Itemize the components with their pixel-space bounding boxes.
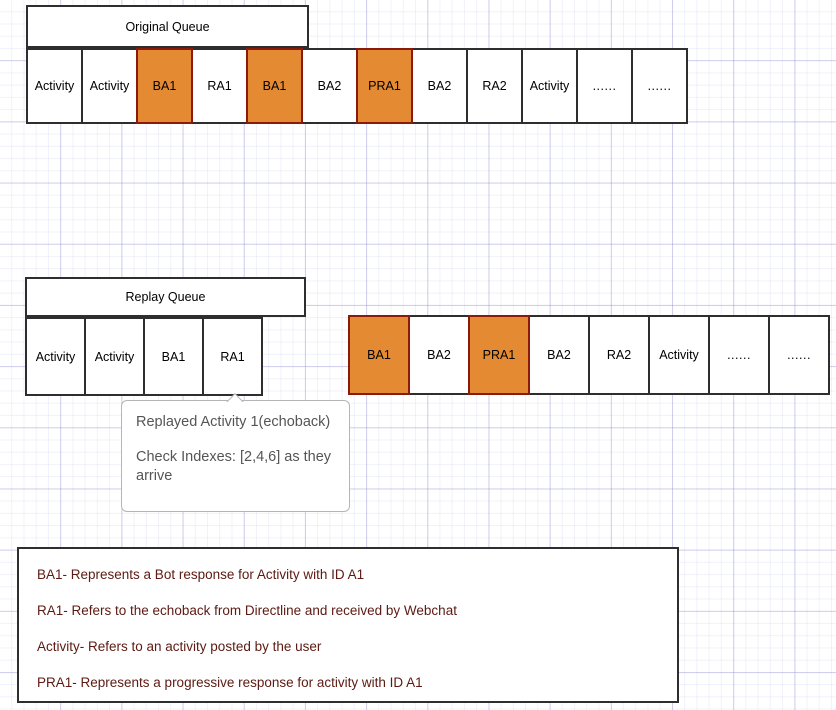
callout-line-2: Check Indexes: [2,4,6] as they arrive: [136, 449, 332, 485]
original-queue-cell[interactable]: RA2: [466, 48, 523, 124]
pending-queue-cell[interactable]: ......: [768, 315, 830, 395]
legend-line: BA1- Represents a Bot response for Activ…: [37, 567, 365, 582]
legend-box: BA1- Represents a Bot response for Activ…: [17, 547, 679, 703]
replay-queue-row: Activity Activity BA1 RA1: [25, 317, 263, 396]
original-queue-cell-label: BA2: [427, 79, 452, 93]
original-queue-cell[interactable]: BA1: [246, 48, 303, 124]
original-queue-header: Original Queue: [26, 5, 309, 48]
pending-queue-cell[interactable]: PRA1: [468, 315, 530, 395]
pending-queue-cell[interactable]: RA2: [588, 315, 650, 395]
legend-line: RA1- Refers to the echoback from Directl…: [37, 603, 457, 618]
original-queue-cell[interactable]: Activity: [81, 48, 138, 124]
pending-queue-cell[interactable]: ......: [708, 315, 770, 395]
original-queue-cell-label: BA2: [317, 79, 342, 93]
pending-queue-cell-label: BA2: [427, 348, 451, 362]
original-queue-header-label: Original Queue: [125, 19, 210, 34]
original-queue-cell[interactable]: ......: [631, 48, 688, 124]
pending-queue-cell-label: ......: [787, 348, 811, 362]
replay-queue-cell[interactable]: Activity: [25, 317, 86, 396]
pending-queue-cell[interactable]: BA2: [408, 315, 470, 395]
pending-queue-cell-label: BA1: [367, 348, 391, 362]
original-queue-cell[interactable]: BA2: [411, 48, 468, 124]
pending-queue-cell-label: RA2: [606, 348, 632, 362]
original-queue-row: Activity Activity BA1 RA1 BA1 BA2 PRA1 BA2 RA2 Ac…: [26, 48, 688, 124]
original-queue-cell[interactable]: ......: [576, 48, 633, 124]
original-queue-cell-label: BA1: [152, 79, 177, 93]
replay-queue-header-label: Replay Queue: [125, 290, 206, 304]
original-queue-cell[interactable]: Activity: [521, 48, 578, 124]
pending-queue-row: BA1 BA2 PRA1 BA2 RA2 Activity............: [348, 315, 830, 395]
original-queue-cell[interactable]: BA2: [301, 48, 358, 124]
original-queue-cell[interactable]: Activity: [26, 48, 83, 124]
pending-queue-cell[interactable]: BA1: [348, 315, 410, 395]
original-queue-cell[interactable]: BA1: [136, 48, 193, 124]
replay-queue-header: Replay Queue: [25, 277, 306, 317]
original-queue-cell-label: ......: [647, 79, 672, 93]
replay-queue-cell-label: BA1: [161, 349, 186, 364]
callout-tail-icon: [226, 392, 244, 402]
replay-callout: Replayed Activity 1(echoback) Check Inde…: [121, 400, 350, 512]
pending-queue-cell-label: BA2: [547, 348, 571, 362]
replay-queue-cell[interactable]: BA1: [143, 317, 204, 396]
replay-queue-cell[interactable]: RA1: [202, 317, 263, 396]
original-queue-cell-label: Activity: [529, 79, 570, 93]
original-queue-cell-label: PRA1: [368, 79, 401, 93]
original-queue-cell-label: Activity: [89, 79, 130, 93]
original-queue-cell-label: RA2: [482, 79, 507, 93]
original-queue-cell-label: ......: [592, 79, 617, 93]
pending-queue-cell-label: ......: [727, 348, 751, 362]
replay-queue-cell-label: RA1: [220, 349, 245, 364]
pending-queue-cell[interactable]: BA2: [528, 315, 590, 395]
pending-queue-cell[interactable]: Activity: [648, 315, 710, 395]
pending-queue-cell-label: Activity: [659, 348, 699, 362]
original-queue-cell-label: Activity: [34, 79, 75, 93]
original-queue-cell[interactable]: PRA1: [356, 48, 413, 124]
legend-line: Activity- Refers to an activity posted b…: [37, 639, 322, 654]
original-queue-cell[interactable]: RA1: [191, 48, 248, 124]
original-queue-cell-label: BA1: [262, 79, 287, 93]
original-queue-cell-label: RA1: [207, 79, 232, 93]
callout-line-1: Replayed Activity 1(echoback): [136, 414, 331, 430]
legend-line: PRA1- Represents a progressive response …: [37, 675, 423, 690]
replay-queue-cell-label: Activity: [35, 349, 76, 364]
replay-queue-cell[interactable]: Activity: [84, 317, 145, 396]
pending-queue-cell-label: PRA1: [482, 348, 516, 362]
replay-queue-cell-label: Activity: [94, 349, 135, 364]
